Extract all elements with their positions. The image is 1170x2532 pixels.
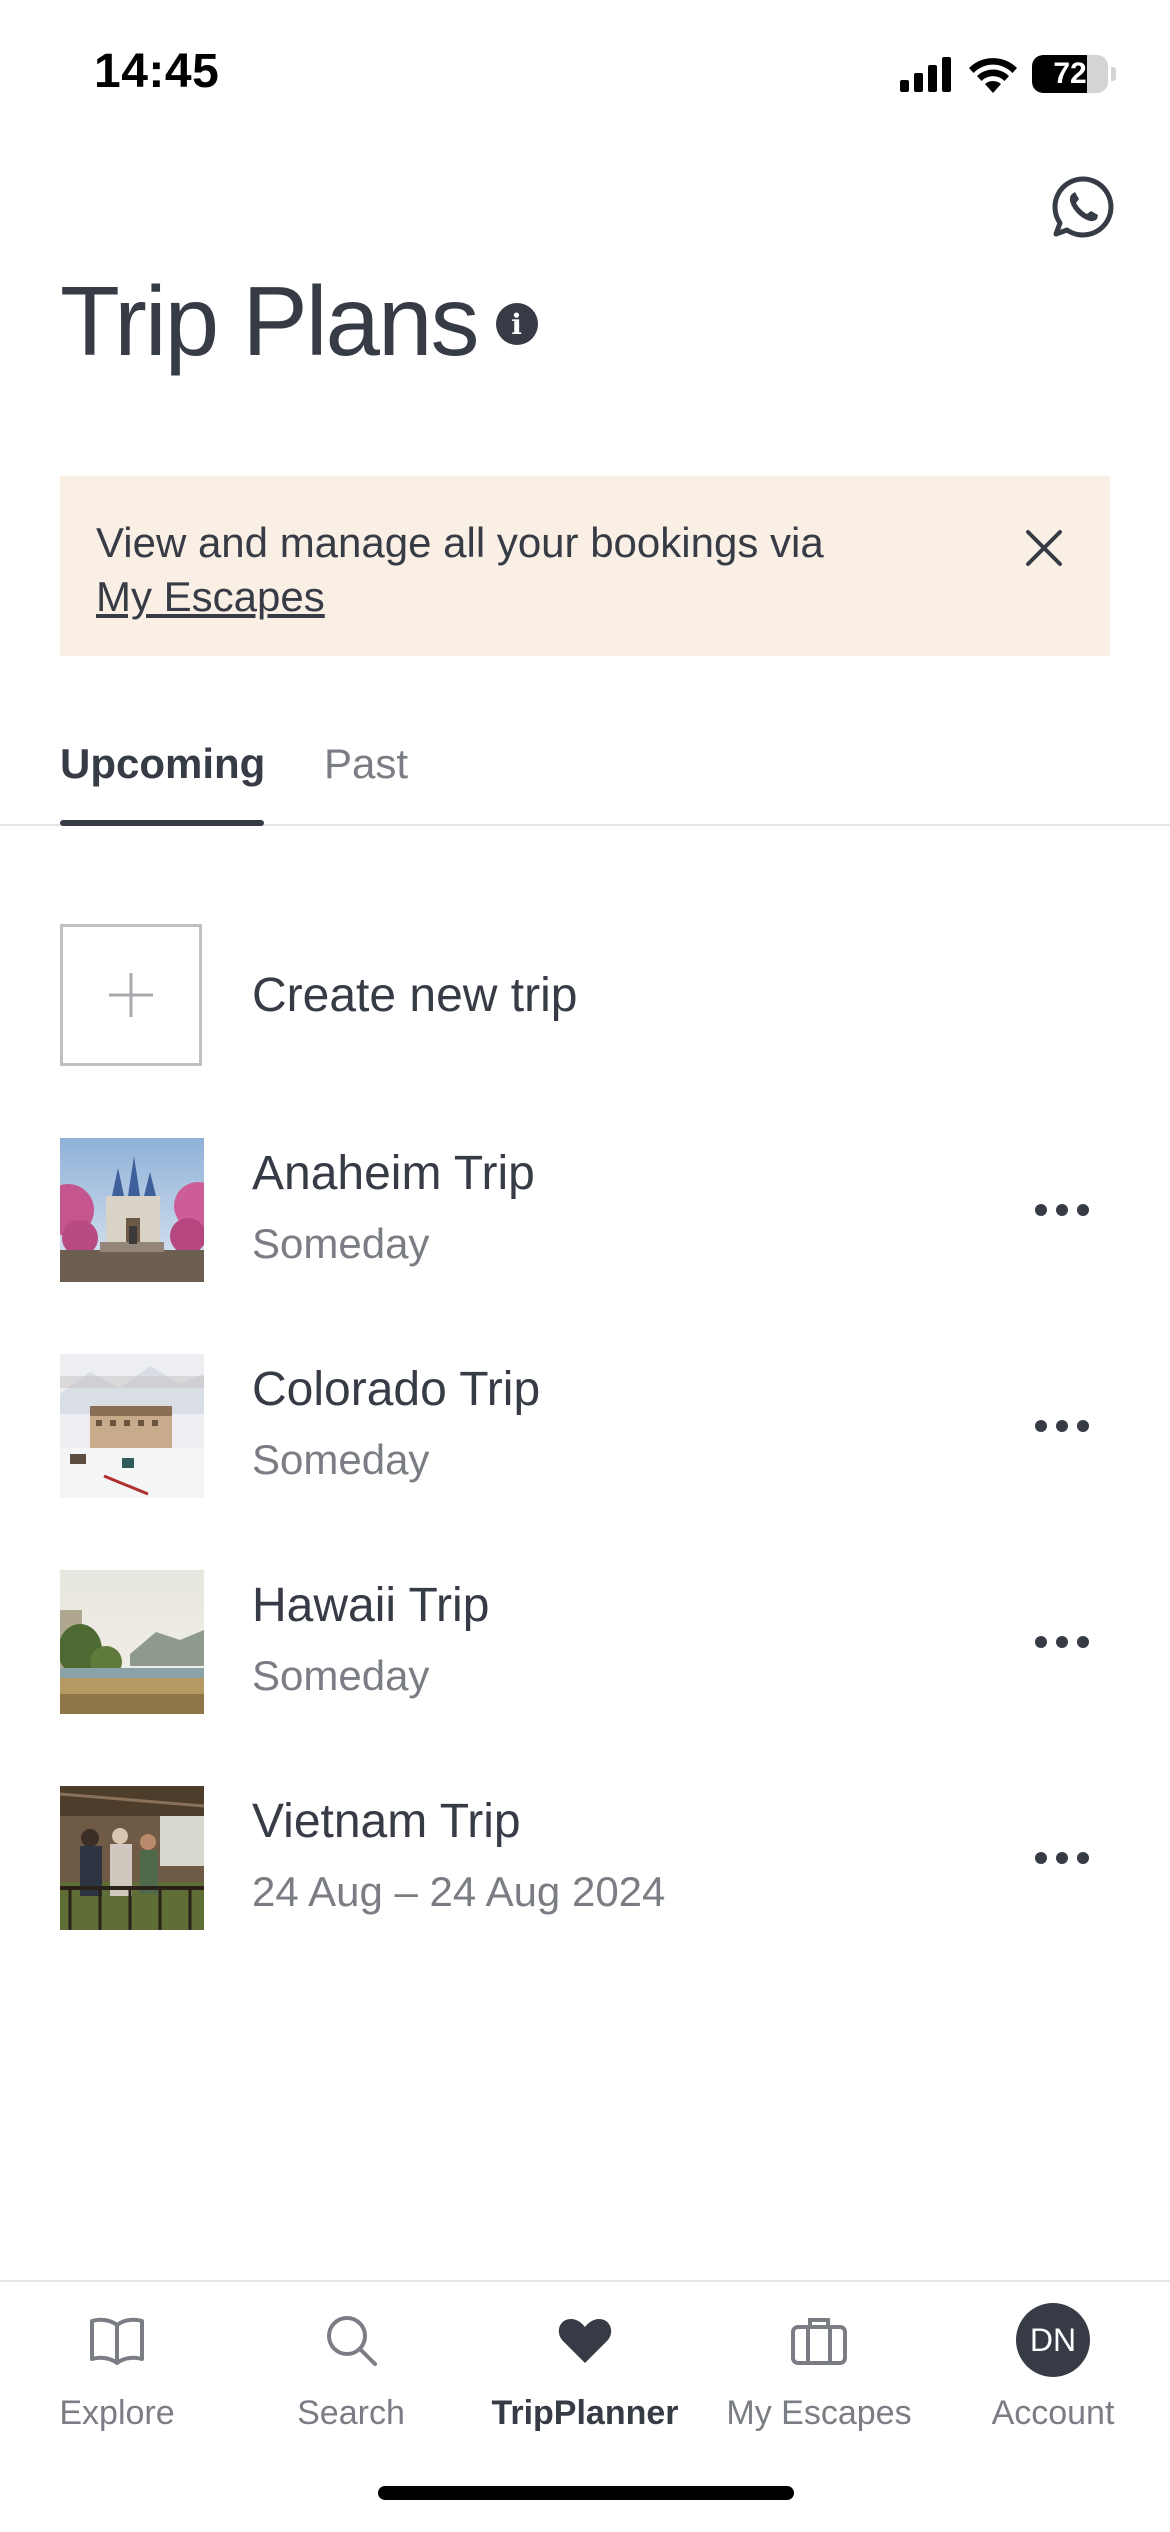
trip-name: Vietnam Trip <box>252 1795 521 1848</box>
search-icon <box>313 2302 389 2378</box>
wifi-icon <box>969 58 1017 93</box>
cellular-signal-icon <box>900 57 951 92</box>
book-icon <box>79 2302 155 2378</box>
trip-tabs: Upcoming Past <box>0 730 1170 826</box>
nav-my-escapes[interactable]: My Escapes <box>702 2302 936 2442</box>
nav-tripplanner[interactable]: TripPlanner <box>468 2302 702 2442</box>
nav-explore[interactable]: Explore <box>0 2302 234 2442</box>
home-indicator[interactable] <box>378 2486 794 2500</box>
trip-item-colorado[interactable]: Colorado Trip Someday <box>60 1354 1110 1498</box>
trip-plans-screen: 14:45 72 Trip Plans i View and manage al… <box>0 0 1170 2532</box>
nav-label: Account <box>991 2394 1115 2432</box>
banner-message: View and manage all your bookings via <box>96 519 824 566</box>
whatsapp-icon[interactable] <box>1050 174 1116 240</box>
nav-label: Search <box>297 2394 405 2432</box>
tab-past[interactable]: Past <box>324 740 408 788</box>
my-escapes-link[interactable]: My Escapes <box>96 573 325 620</box>
more-options-icon[interactable] <box>1014 1824 1110 1892</box>
bookings-banner: View and manage all your bookings via My… <box>60 476 1110 656</box>
more-options-icon[interactable] <box>1014 1176 1110 1244</box>
trip-item-hawaii[interactable]: Hawaii Trip Someday <box>60 1570 1110 1714</box>
suitcase-icon <box>781 2302 857 2378</box>
trip-date: 24 Aug – 24 Aug 2024 <box>252 1868 666 1915</box>
avatar-initials: DN <box>1016 2303 1090 2377</box>
nav-label: Explore <box>59 2394 175 2432</box>
trip-thumbnail <box>60 1570 204 1714</box>
trip-name: Colorado Trip <box>252 1363 541 1416</box>
page-title: Trip Plans <box>60 266 480 376</box>
banner-text: View and manage all your bookings via My… <box>96 516 956 624</box>
battery-indicator: 72 <box>1032 55 1108 93</box>
battery-nub <box>1111 67 1116 81</box>
create-new-trip-label: Create new trip <box>252 968 578 1022</box>
title-row: Trip Plans i <box>60 272 538 370</box>
nav-account[interactable]: DN Account <box>936 2302 1170 2442</box>
trip-thumbnail <box>60 1786 204 1930</box>
avatar: DN <box>1015 2302 1091 2378</box>
trip-name: Hawaii Trip <box>252 1579 490 1632</box>
trip-thumbnail <box>60 1354 204 1498</box>
plus-icon <box>60 924 202 1066</box>
more-options-icon[interactable] <box>1014 1392 1110 1460</box>
trip-item-vietnam[interactable]: Vietnam Trip 24 Aug – 24 Aug 2024 <box>60 1786 1110 1930</box>
trip-item-anaheim[interactable]: Anaheim Trip Someday <box>60 1138 1110 1282</box>
nav-search[interactable]: Search <box>234 2302 468 2442</box>
create-new-trip-button[interactable]: Create new trip <box>60 924 1110 1066</box>
status-bar: 14:45 72 <box>0 0 1170 150</box>
status-time: 14:45 <box>94 45 220 98</box>
battery-percent: 72 <box>1053 57 1087 90</box>
tab-upcoming[interactable]: Upcoming <box>60 740 265 788</box>
trip-name: Anaheim Trip <box>252 1147 535 1200</box>
more-options-icon[interactable] <box>1014 1608 1110 1676</box>
heart-icon <box>547 2302 623 2378</box>
info-icon[interactable]: i <box>495 303 538 345</box>
nav-label: My Escapes <box>726 2394 912 2432</box>
trip-thumbnail <box>60 1138 204 1282</box>
status-icons: 72 <box>900 52 1116 96</box>
trip-date: Someday <box>252 1652 430 1699</box>
close-icon[interactable] <box>1018 522 1070 574</box>
nav-label: TripPlanner <box>491 2394 679 2432</box>
tab-selected-indicator <box>60 820 264 826</box>
trip-date: Someday <box>252 1436 430 1483</box>
trip-date: Someday <box>252 1220 430 1267</box>
